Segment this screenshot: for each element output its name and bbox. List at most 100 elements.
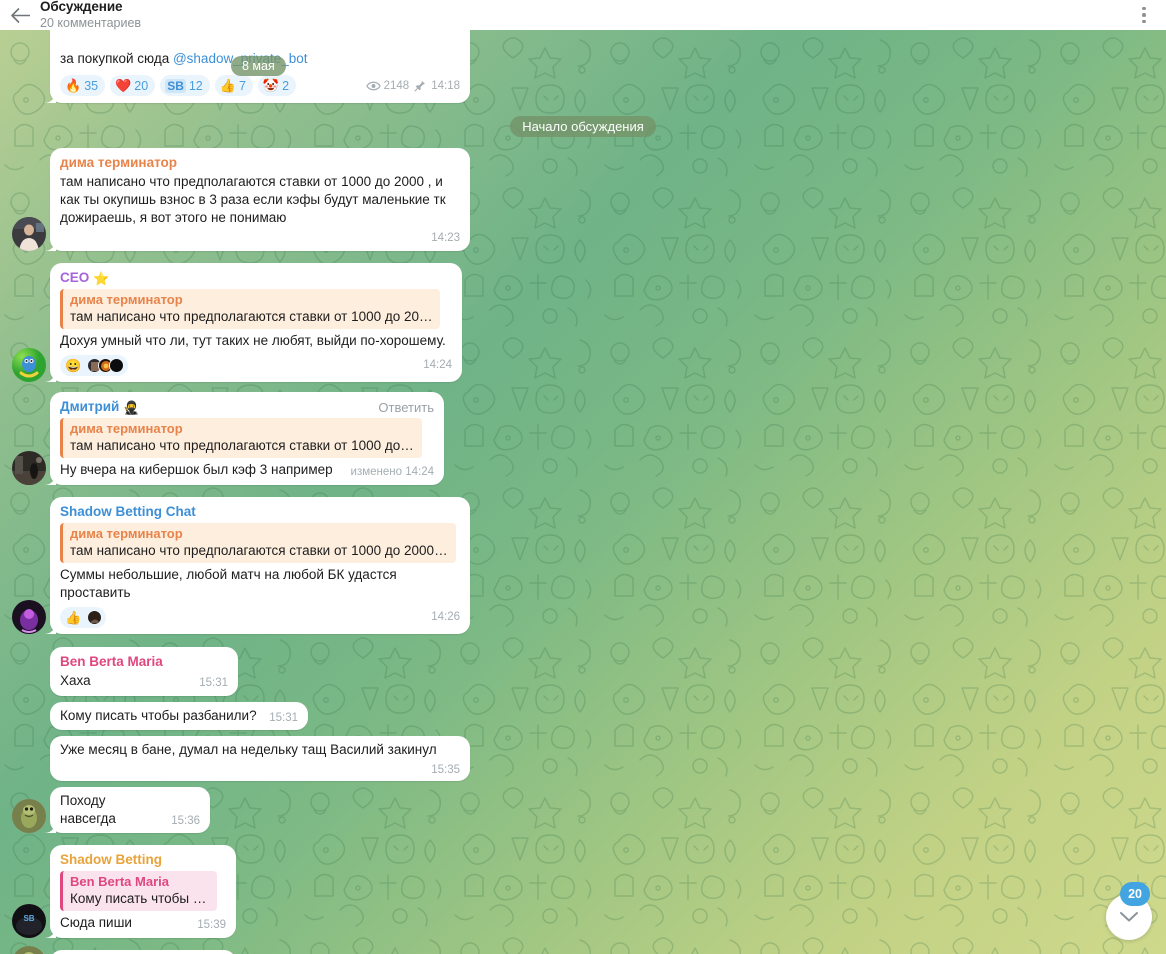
- message-sender: Ben Berta Maria: [60, 654, 163, 669]
- reply-quote[interactable]: Ben Berta Maria Кому писать чтобы ра…: [60, 871, 217, 911]
- reply-quote[interactable]: дима терминатор там написано что предпол…: [60, 289, 440, 329]
- reply-button[interactable]: Ответить: [378, 400, 434, 415]
- message-bubble[interactable]: Ben Berta Maria: [50, 950, 236, 954]
- message-bubble[interactable]: Ben Berta Maria Хаха 15:31: [50, 647, 238, 696]
- message-row-top: продукта. за покупкой сюда @shadow_priva…: [8, 30, 1166, 103]
- reactions-bar: 😀: [60, 355, 129, 376]
- avatar-photo-icon: [12, 600, 46, 634]
- reaction-count: 12: [188, 78, 203, 93]
- message-bubble[interactable]: Дмитрий 🥷 Ответить дима терминатор там н…: [50, 392, 444, 485]
- reaction-thumbsup[interactable]: 👍: [60, 607, 107, 628]
- avatar[interactable]: [12, 946, 46, 954]
- avatar[interactable]: SB: [12, 904, 46, 938]
- reply-quote-sender: дима терминатор: [70, 526, 183, 541]
- message-row: Кому писать чтобы разбанили? 15:31: [8, 702, 1166, 730]
- message-bubble[interactable]: CEO ⭐ дима терминатор там написано что п…: [50, 263, 462, 382]
- reaction-heart[interactable]: ❤️ 20: [110, 75, 156, 96]
- message-sender-row: CEO ⭐: [60, 269, 452, 287]
- message-row: CEO ⭐ дима терминатор там написано что п…: [8, 263, 1166, 382]
- message-text: Уже месяц в бане, думал на недельку тащ …: [60, 742, 437, 757]
- unread-count-badge: 20: [1120, 882, 1150, 906]
- reaction-clown[interactable]: 🤡 2: [257, 75, 297, 96]
- svg-text:SB: SB: [23, 914, 34, 923]
- message-text: Кому писать чтобы разбанили?: [60, 708, 257, 723]
- service-message: Начало обсуждения: [510, 116, 656, 137]
- message-sender-row: Дмитрий 🥷 Ответить: [60, 398, 434, 416]
- view-count: 2148: [365, 80, 409, 92]
- avatar-photo-icon: [12, 946, 46, 954]
- header-titles: Обсуждение 20 комментариев: [40, 0, 1126, 32]
- reactions-and-meta: 👍 14:26: [60, 602, 460, 628]
- back-button[interactable]: [0, 0, 40, 30]
- avatar[interactable]: [12, 600, 46, 634]
- message-row: Ben Berta Maria Хаха 15:31: [8, 647, 1166, 696]
- avatar-photo-icon: [12, 451, 46, 485]
- grinning-face-icon: 😀: [65, 358, 82, 373]
- back-arrow-icon: [10, 7, 30, 23]
- reactions-bar: 🔥 35 ❤️ 20 SB 12 👍 7 🤡 2: [60, 75, 297, 96]
- reply-quote[interactable]: дима терминатор там написано что предпол…: [60, 523, 456, 563]
- reply-quote-text: там написано что предполагаются ставки о…: [70, 438, 416, 453]
- reaction-thumbsup[interactable]: 👍 7: [214, 75, 253, 96]
- ninja-badge-icon: 🥷: [123, 399, 140, 415]
- avatar-slot: [8, 600, 50, 634]
- message-row: Походу навсегда 15:36: [8, 787, 1166, 833]
- message-sender: Shadow Betting: [60, 852, 162, 867]
- star-badge-icon: ⭐: [93, 270, 110, 286]
- message-text: Суммы небольшие, любой матч на любой БК …: [60, 567, 397, 600]
- message-time: 15:35: [431, 764, 460, 776]
- reply-quote-sender: Ben Berta Maria: [70, 874, 169, 889]
- message-row: Shadow Betting Chat дима терминатор там …: [8, 497, 1166, 634]
- message-row: Ben Berta Maria: [8, 946, 1166, 954]
- avatar-slot: [8, 451, 50, 485]
- message-bubble[interactable]: Кому писать чтобы разбанили? 15:31: [50, 702, 308, 730]
- more-vertical-icon: [1142, 6, 1146, 11]
- thumbs-up-icon: 👍: [219, 78, 236, 93]
- message-bubble[interactable]: Shadow Betting Chat дима терминатор там …: [50, 497, 470, 634]
- avatar[interactable]: [12, 217, 46, 251]
- message-text: Дохуя умный что ли, тут таких не любят, …: [60, 333, 446, 348]
- avatar[interactable]: [12, 348, 46, 382]
- reaction-grin[interactable]: 😀: [60, 355, 129, 376]
- message-sender: CEO: [60, 270, 90, 285]
- reply-quote-text: Кому писать чтобы ра…: [70, 891, 211, 906]
- message-text: Ну вчера на кибершок был кэф 3 например: [60, 462, 333, 477]
- avatar-slot: [8, 946, 50, 954]
- reaction-count: 2: [282, 78, 290, 93]
- page-title: Обсуждение: [40, 0, 123, 14]
- avatar-slot: [8, 217, 50, 251]
- reactions-and-meta: 🔥 35 ❤️ 20 SB 12 👍 7 🤡 2 2148 14:18: [60, 75, 460, 96]
- avatar-photo-icon: [12, 799, 46, 833]
- message-text-prefix: за покупкой сюда: [60, 51, 173, 66]
- message-bubble[interactable]: Походу навсегда 15:36: [50, 787, 210, 833]
- reaction-custom-sb[interactable]: SB 12: [160, 75, 210, 96]
- reply-quote-sender: дима терминатор: [70, 292, 183, 307]
- message-sender: дима терминатор: [60, 155, 177, 170]
- comment-count: 20 комментариев: [40, 15, 142, 30]
- thumbs-up-icon: 👍: [65, 610, 82, 625]
- reply-quote-text: там написано что предполагаются ставки о…: [70, 309, 434, 324]
- reply-quote-text: там написано что предполагаются ставки о…: [70, 543, 450, 558]
- reply-quote[interactable]: дима терминатор там написано что предпол…: [60, 418, 422, 458]
- chat-scroll-area[interactable]: 8 мая продукта. за покупкой сюда @shadow…: [0, 30, 1166, 954]
- avatar[interactable]: [12, 799, 46, 833]
- message-time: 14:24: [423, 359, 452, 371]
- pin-icon: [414, 80, 426, 91]
- reaction-avatars: [86, 610, 103, 625]
- message-bubble[interactable]: Уже месяц в бане, думал на недельку тащ …: [50, 736, 470, 781]
- reaction-fire[interactable]: 🔥 35: [60, 75, 106, 96]
- service-message-row: Начало обсуждения: [0, 116, 1166, 137]
- message-time: 15:31: [269, 712, 298, 724]
- message-bubble[interactable]: дима терминатор там написано что предпол…: [50, 148, 470, 251]
- message-row: Дмитрий 🥷 Ответить дима терминатор там н…: [8, 392, 1166, 485]
- message-sender: Shadow Betting Chat: [60, 504, 196, 519]
- reaction-count: 20: [134, 78, 149, 93]
- reactor-avatar: [87, 610, 103, 625]
- message-bubble[interactable]: Shadow Betting Ben Berta Maria Кому писа…: [50, 845, 236, 938]
- avatar[interactable]: [12, 451, 46, 485]
- sb-logo-icon: SB: [165, 78, 186, 93]
- fire-icon: 🔥: [65, 78, 82, 93]
- avatar-slot: SB: [8, 904, 50, 938]
- reactor-avatar: [109, 358, 125, 373]
- more-options-button[interactable]: [1126, 0, 1162, 30]
